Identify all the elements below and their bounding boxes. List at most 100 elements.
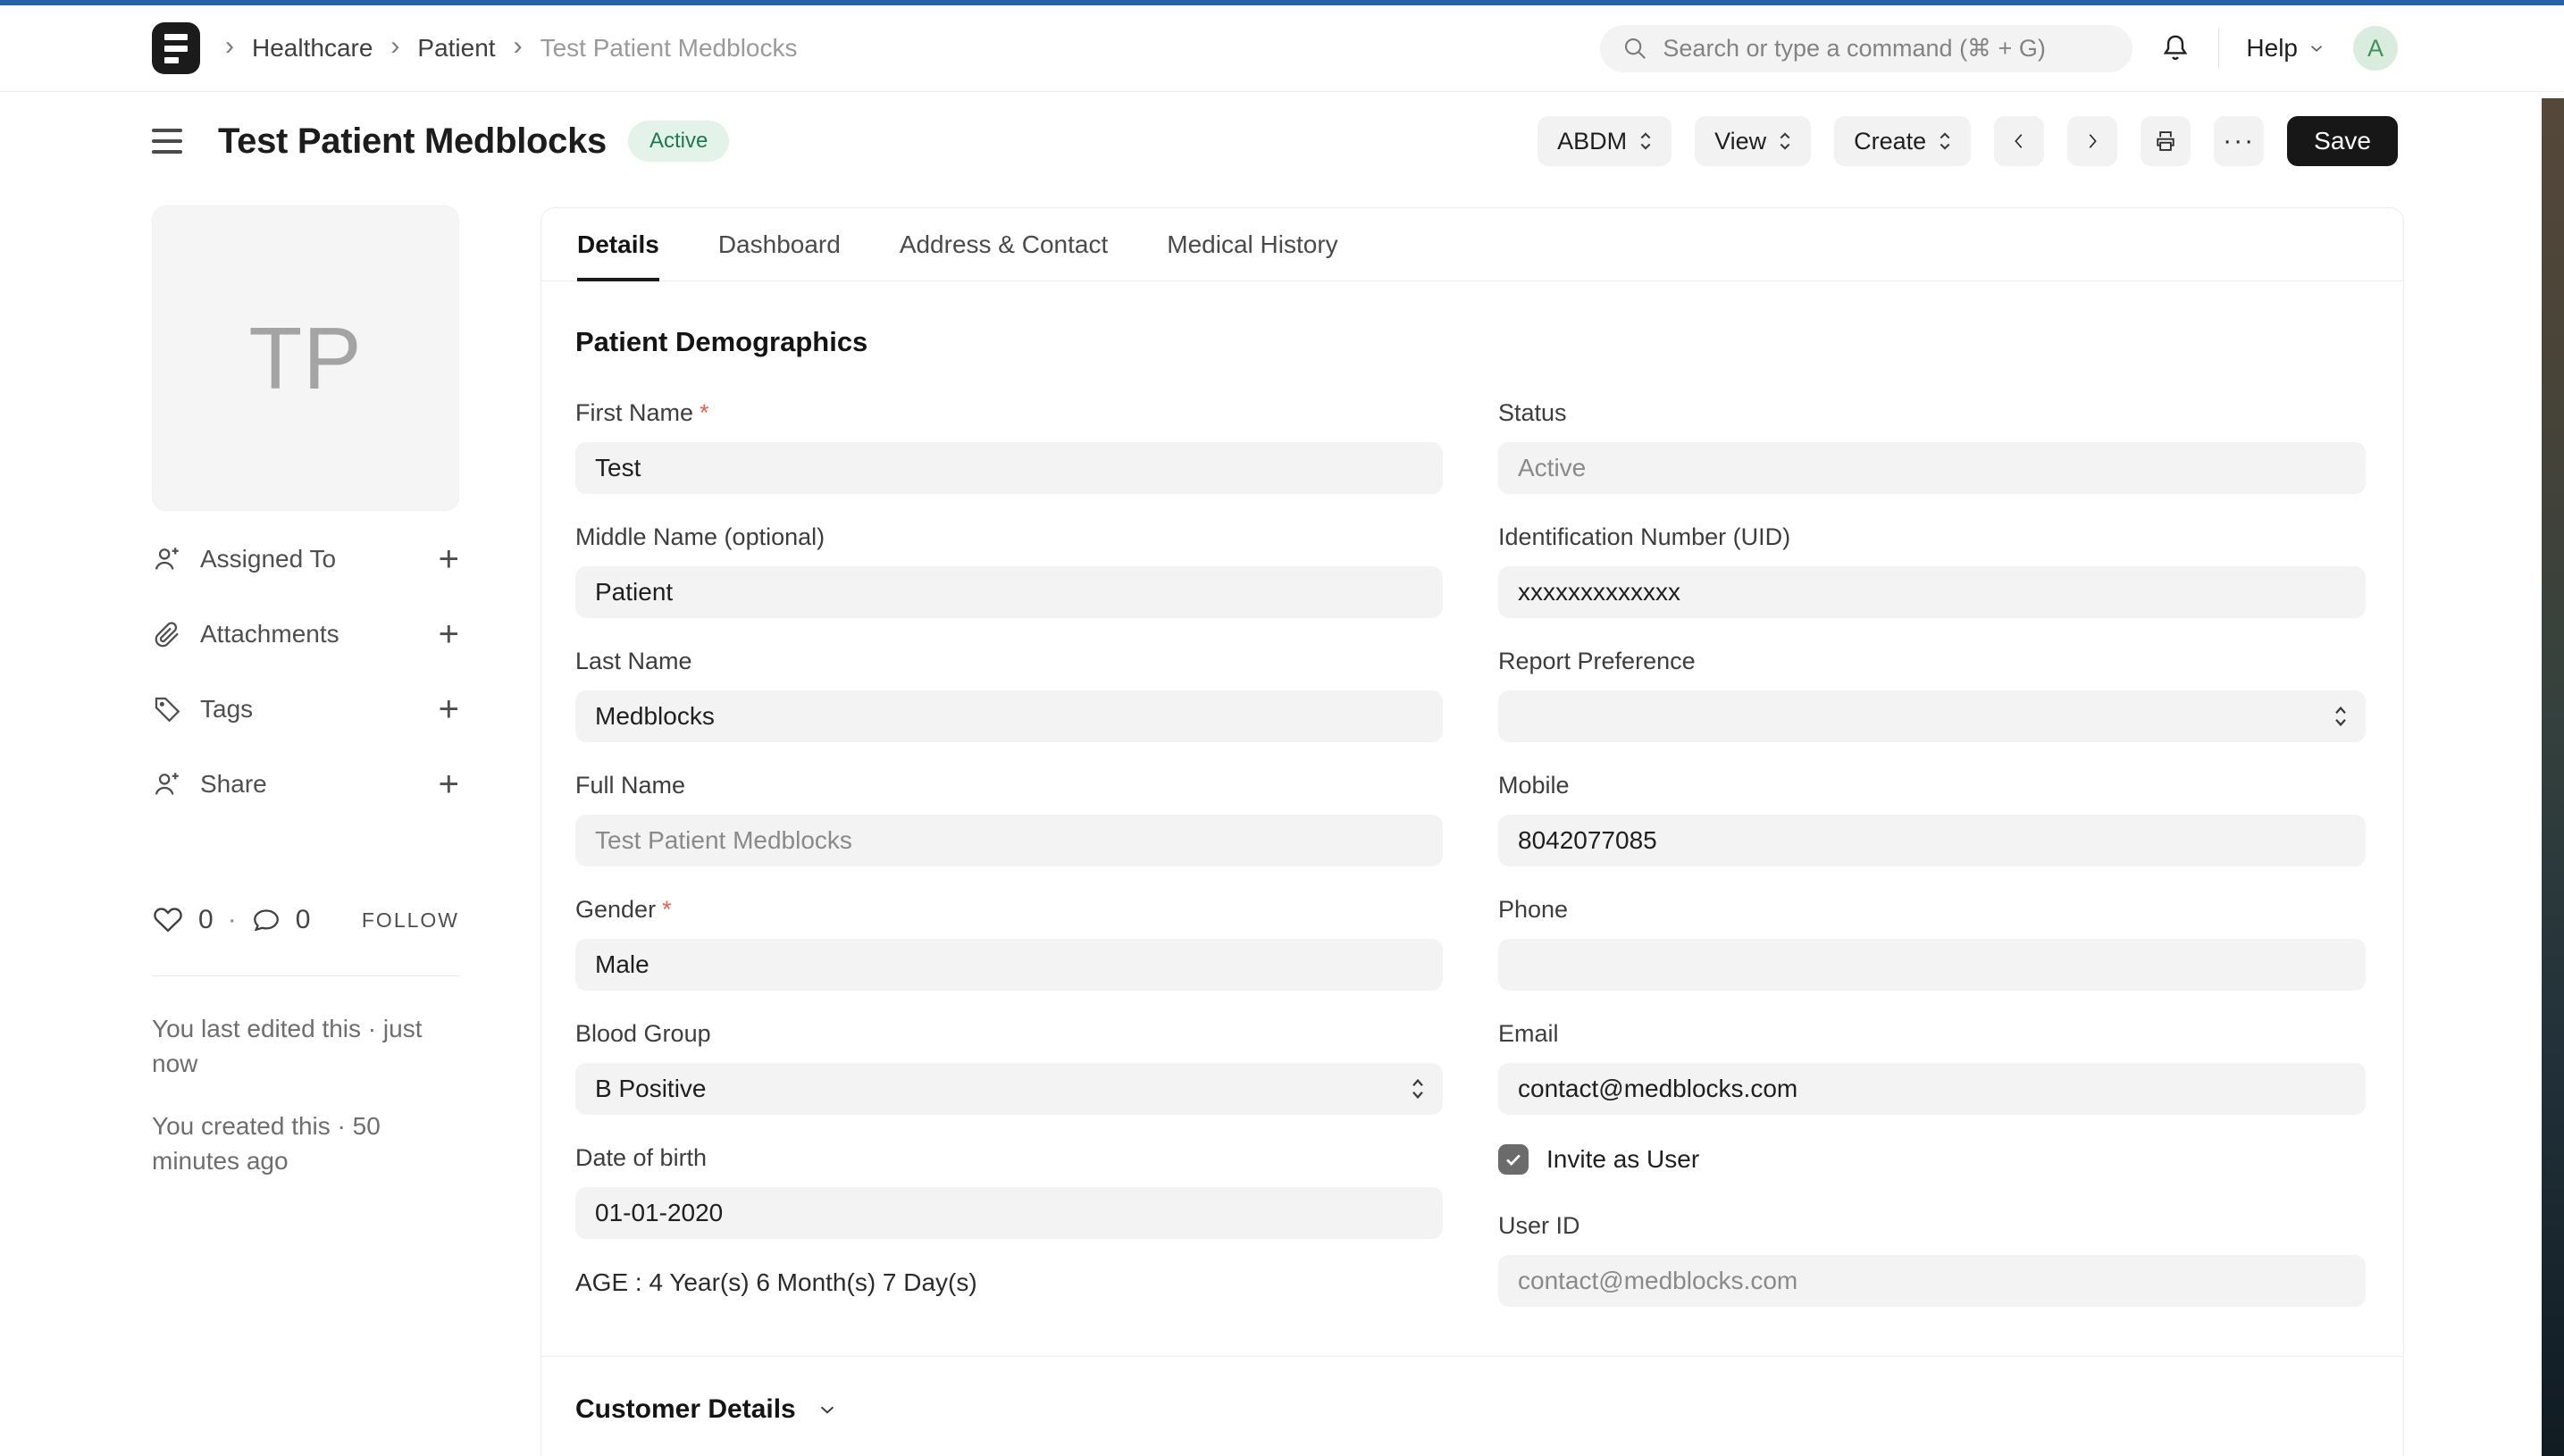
form-column-right: Status Active Identification Number (UID… xyxy=(1498,399,2366,1336)
field-report-preference: Report Preference xyxy=(1498,648,2366,742)
user-plus-icon xyxy=(152,544,182,574)
add-tag-button[interactable]: + xyxy=(439,690,459,730)
user-id-readonly: contact@medblocks.com xyxy=(1498,1255,2366,1307)
view-dropdown-button[interactable]: View xyxy=(1695,116,1811,166)
last-edited-text[interactable]: You last edited this · just now xyxy=(152,1012,429,1081)
tab-medical-history[interactable]: Medical History xyxy=(1167,208,1337,280)
like-count: 0 xyxy=(198,905,214,935)
uid-input[interactable]: xxxxxxxxxxxxx xyxy=(1498,566,2366,618)
printer-icon xyxy=(2153,129,2178,154)
section-title-patient-demographics: Patient Demographics xyxy=(575,326,2366,358)
mobile-input[interactable]: 8042077085 xyxy=(1498,815,2366,866)
user-avatar[interactable]: A xyxy=(2353,26,2398,71)
navbar-divider xyxy=(2218,28,2219,69)
form-column-left: First Name * Test Middle Name (optional) … xyxy=(575,399,1443,1336)
engagement-row: 0 · 0 FOLLOW xyxy=(152,904,459,936)
blood-group-select[interactable]: B Positive xyxy=(575,1063,1443,1115)
comment-count: 0 xyxy=(296,905,311,935)
sidebar-item-attachments[interactable]: Attachments + xyxy=(152,597,459,672)
search-input[interactable] xyxy=(1663,35,2111,63)
save-button[interactable]: Save xyxy=(2287,116,2398,166)
field-label: Date of birth xyxy=(575,1144,1443,1172)
breadcrumb-healthcare[interactable]: Healthcare xyxy=(252,34,373,63)
field-date-of-birth: Date of birth 01-01-2020 xyxy=(575,1144,1443,1239)
sidebar-item-label: Tags xyxy=(200,695,253,724)
field-label: Identification Number (UID) xyxy=(1498,523,2366,551)
app-logo[interactable] xyxy=(152,22,200,74)
field-status: Status Active xyxy=(1498,399,2366,494)
sidebar-divider xyxy=(152,975,459,976)
sidebar-item-share[interactable]: Share + xyxy=(152,747,459,822)
share-button[interactable]: + xyxy=(439,765,459,805)
field-gender: Gender* Male xyxy=(575,896,1443,991)
customer-details-title: Customer Details xyxy=(575,1394,796,1425)
last-name-input[interactable]: Medblocks xyxy=(575,690,1443,742)
heart-icon[interactable] xyxy=(152,904,184,936)
record-sidebar: TP Assigned To + Attachments + Tags + xyxy=(152,205,459,1179)
abdm-dropdown-button[interactable]: ABDM xyxy=(1538,116,1672,166)
comment-icon[interactable] xyxy=(251,905,281,935)
next-record-button[interactable] xyxy=(2067,116,2117,166)
more-actions-button[interactable]: ··· xyxy=(2214,116,2264,166)
notifications-bell-icon[interactable] xyxy=(2159,32,2191,64)
desktop-wallpaper-edge xyxy=(2542,98,2564,1456)
field-label: User ID xyxy=(1498,1212,2366,1240)
follow-button[interactable]: FOLLOW xyxy=(362,908,459,933)
middle-name-input[interactable]: Patient xyxy=(575,566,1443,618)
invite-as-user-label: Invite as User xyxy=(1546,1145,1699,1174)
field-label: Gender xyxy=(575,896,656,923)
paperclip-icon xyxy=(152,619,182,649)
field-first-name: First Name * Test xyxy=(575,399,1443,494)
created-text[interactable]: You created this · 50 minutes ago xyxy=(152,1109,429,1178)
field-last-name: Last Name Medblocks xyxy=(575,648,1443,742)
breadcrumb: › Healthcare › Patient › Test Patient Me… xyxy=(225,33,798,63)
page-title: Test Patient Medblocks xyxy=(218,121,607,162)
patient-image-placeholder[interactable]: TP xyxy=(152,205,459,511)
field-label: Full Name xyxy=(575,772,1443,799)
print-button[interactable] xyxy=(2141,116,2191,166)
tag-icon xyxy=(152,694,182,724)
tab-address-contact[interactable]: Address & Contact xyxy=(900,208,1108,280)
previous-record-button[interactable] xyxy=(1994,116,2044,166)
field-label: Email xyxy=(1498,1020,2366,1048)
email-input[interactable]: contact@medblocks.com xyxy=(1498,1063,2366,1115)
sidebar-item-label: Attachments xyxy=(200,620,339,649)
check-icon xyxy=(1504,1150,1523,1169)
tab-details[interactable]: Details xyxy=(577,208,659,280)
full-name-readonly: Test Patient Medblocks xyxy=(575,815,1443,866)
add-assignment-button[interactable]: + xyxy=(439,540,459,580)
select-chevrons-icon xyxy=(2334,703,2348,730)
sidebar-item-assigned-to[interactable]: Assigned To + xyxy=(152,522,459,597)
navbar: › Healthcare › Patient › Test Patient Me… xyxy=(0,5,2564,92)
field-label: First Name xyxy=(575,399,693,426)
tab-bar: Details Dashboard Address & Contact Medi… xyxy=(541,208,2403,281)
help-menu[interactable]: Help xyxy=(2246,34,2326,63)
add-attachment-button[interactable]: + xyxy=(439,615,459,655)
select-chevrons-icon xyxy=(1411,1075,1425,1102)
field-email: Email contact@medblocks.com xyxy=(1498,1020,2366,1115)
tab-dashboard[interactable]: Dashboard xyxy=(718,208,841,280)
field-middle-name: Middle Name (optional) Patient xyxy=(575,523,1443,618)
gender-input[interactable]: Male xyxy=(575,939,1443,991)
required-asterisk: * xyxy=(662,896,672,923)
customer-details-section-toggle[interactable]: Customer Details xyxy=(575,1357,2366,1456)
field-label: Blood Group xyxy=(575,1020,1443,1048)
sidebar-toggle-icon[interactable] xyxy=(152,129,182,154)
field-label: Mobile xyxy=(1498,772,2366,799)
required-asterisk: * xyxy=(700,399,709,426)
invite-as-user-checkbox[interactable] xyxy=(1498,1144,1529,1175)
phone-input[interactable] xyxy=(1498,939,2366,991)
invite-as-user-row: Invite as User xyxy=(1498,1144,2366,1175)
chevron-left-icon xyxy=(2009,131,2029,151)
breadcrumb-patient[interactable]: Patient xyxy=(417,34,495,63)
status-readonly: Active xyxy=(1498,442,2366,494)
field-mobile: Mobile 8042077085 xyxy=(1498,772,2366,866)
date-of-birth-input[interactable]: 01-01-2020 xyxy=(575,1187,1443,1239)
sidebar-item-label: Assigned To xyxy=(200,545,336,573)
first-name-input[interactable]: Test xyxy=(575,442,1443,494)
field-phone: Phone xyxy=(1498,896,2366,991)
create-dropdown-button[interactable]: Create xyxy=(1834,116,1971,166)
report-preference-select[interactable] xyxy=(1498,690,2366,742)
sidebar-item-tags[interactable]: Tags + xyxy=(152,672,459,747)
global-search[interactable] xyxy=(1600,25,2132,72)
